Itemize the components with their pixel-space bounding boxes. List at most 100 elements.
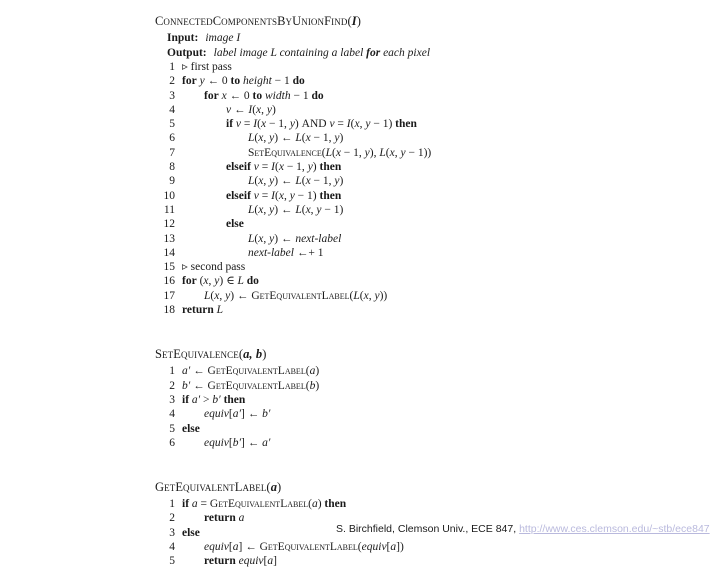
code-text: ▹ first pass xyxy=(182,61,232,73)
paren-close: ) xyxy=(262,347,267,362)
algorithm-block-connected-components: ConnectedComponentsByUnionFind(I) Input:… xyxy=(155,14,625,317)
code-row: 18 return L xyxy=(155,303,625,317)
code-text: return equiv[a] xyxy=(204,555,277,568)
line-number: 16 xyxy=(163,275,176,288)
code-row: 8 elseif v = I(x − 1, y) then xyxy=(155,160,625,174)
algorithm-block-set-equivalence: SetEquivalence(a, b) 1 a′ ← GetEquivalent… xyxy=(155,347,625,450)
line-number: 1 xyxy=(169,498,175,511)
code-text: for (x, y) ∈ L do xyxy=(182,275,259,288)
code-row: 15 ▹ second pass xyxy=(155,260,625,274)
code-text: elseif v = I(x − 1, y) then xyxy=(226,161,342,174)
code-row: 11 L(x, y) ← L(x, y − 1) xyxy=(155,203,625,217)
code-text: elseif v = I(x, y − 1) then xyxy=(226,189,342,202)
output-value: label image L containing a label for eac… xyxy=(213,46,431,59)
line-number: 1 xyxy=(169,61,175,73)
code-text: equiv[a′] ← b′ xyxy=(204,408,271,421)
line-number: 2 xyxy=(169,75,175,88)
line-number: 4 xyxy=(169,541,175,554)
code-row: 6 equiv[b′] ← a′ xyxy=(155,436,625,450)
line-number: 15 xyxy=(163,261,176,274)
code-text: return L xyxy=(182,304,224,317)
output-label: Output: xyxy=(167,46,207,59)
line-number: 3 xyxy=(169,89,175,102)
code-row: 9 L(x, y) ← L(x − 1, y) xyxy=(155,174,625,188)
paren-close: ) xyxy=(356,14,361,28)
footer-course-url-link[interactable]: http://www.ces.clemson.edu/~stb/ece847 xyxy=(519,523,710,535)
code-row: 1 if a = GetEquivalentLabel(a) then xyxy=(155,497,625,511)
code-text: L(x, y) ← GetEquivalentLabel(L(x, y)) xyxy=(204,289,388,302)
block-separator xyxy=(155,464,625,480)
code-row: 10 elseif v = I(x, y − 1) then xyxy=(155,189,625,203)
code-text: L(x, y) ← L(x, y − 1) xyxy=(248,203,344,216)
slide-canvas: ConnectedComponentsByUnionFind(I) Input:… xyxy=(0,0,720,567)
code-text: equiv[b′] ← a′ xyxy=(204,436,271,449)
code-text: equiv[a] ← GetEquivalentLabel(equiv[a]) xyxy=(204,541,404,554)
input-spec-line: Input: image I xyxy=(167,31,625,46)
line-number: 13 xyxy=(163,232,176,245)
block-separator xyxy=(155,331,625,347)
output-spec-line: Output: label image L containing a label … xyxy=(167,46,625,61)
line-number: 1 xyxy=(169,365,175,378)
line-number: 2 xyxy=(169,512,175,525)
code-text: if a′ > b′ then xyxy=(182,393,246,406)
footer-author-course: S. Birchfield, Clemson Univ., ECE 847, xyxy=(336,523,517,535)
code-row: 1 ▹ first pass xyxy=(155,60,625,74)
code-text: ▹ second pass xyxy=(182,261,246,274)
code-row: 7 SetEquivalence(L(x − 1, y), L(x, y − 1)… xyxy=(155,146,625,160)
code-text: L(x, y) ← next-label xyxy=(248,232,342,245)
code-row: 3 for x ← 0 to width − 1 do xyxy=(155,89,625,103)
code-row: 4 v ← I(x, y) xyxy=(155,103,625,117)
line-number: 2 xyxy=(169,379,175,392)
code-row: 4 equiv[a′] ← b′ xyxy=(155,407,625,421)
line-number: 7 xyxy=(169,146,175,159)
code-text: if v = I(x − 1, y) AND v = I(x, y − 1) t… xyxy=(226,118,417,131)
pseudocode-container: ConnectedComponentsByUnionFind(I) Input:… xyxy=(155,14,625,583)
algorithm-name: ConnectedComponentsByUnionFind xyxy=(155,14,348,28)
code-text: L(x, y) ← L(x − 1, y) xyxy=(248,175,344,188)
line-number: 14 xyxy=(163,246,176,259)
input-value: image I xyxy=(205,32,241,44)
line-number: 5 xyxy=(169,422,175,435)
algorithm-name: GetEquivalentLabel xyxy=(155,480,267,495)
algorithm-title-connected-components: ConnectedComponentsByUnionFind(I) xyxy=(155,14,625,29)
line-number: 17 xyxy=(163,289,176,302)
code-text: a′ ← GetEquivalentLabel(a) xyxy=(182,365,320,378)
line-number: 18 xyxy=(163,304,176,317)
code-text: b′ ← GetEquivalentLabel(b) xyxy=(182,379,320,392)
code-text: for x ← 0 to width − 1 do xyxy=(204,89,324,102)
line-number: 9 xyxy=(169,175,175,188)
footer-attribution: S. Birchfield, Clemson Univ., ECE 847, h… xyxy=(336,523,710,536)
code-text: if a = GetEquivalentLabel(a) then xyxy=(182,498,347,511)
code-text: return a xyxy=(204,512,245,525)
code-row: 3 if a′ > b′ then xyxy=(155,393,625,407)
line-number: 8 xyxy=(169,161,175,174)
code-text: else xyxy=(226,218,244,231)
code-text: for y ← 0 to height − 1 do xyxy=(182,75,305,88)
line-number: 10 xyxy=(163,189,176,202)
code-row: 5 if v = I(x − 1, y) AND v = I(x, y − 1) … xyxy=(155,117,625,131)
line-number: 11 xyxy=(163,203,175,216)
code-row: 13 L(x, y) ← next-label xyxy=(155,232,625,246)
code-text: next-label ←+ 1 xyxy=(248,246,324,259)
code-row: 16 for (x, y) ∈ L do xyxy=(155,274,625,288)
code-row: 4 equiv[a] ← GetEquivalentLabel(equiv[a]) xyxy=(155,540,625,554)
code-text: v ← I(x, y) xyxy=(226,103,276,116)
paren-close: ) xyxy=(277,480,282,495)
input-label: Input: xyxy=(167,32,199,44)
code-row: 6 L(x, y) ← L(x − 1, y) xyxy=(155,131,625,145)
line-number: 3 xyxy=(169,393,175,406)
line-number: 6 xyxy=(169,132,175,145)
code-row: 14 next-label ←+ 1 xyxy=(155,246,625,260)
algorithm-name: SetEquivalence xyxy=(155,347,239,362)
code-row: 2 b′ ← GetEquivalentLabel(b) xyxy=(155,379,625,393)
code-text: SetEquivalence(L(x − 1, y), L(x, y − 1)) xyxy=(248,146,432,159)
code-row: 1 a′ ← GetEquivalentLabel(a) xyxy=(155,364,625,378)
line-number: 4 xyxy=(169,408,175,421)
code-row: 5 else xyxy=(155,422,625,436)
algorithm-title-set-equivalence: SetEquivalence(a, b) xyxy=(155,347,625,362)
code-text: else xyxy=(182,422,200,435)
algorithm-argument: a, b xyxy=(243,347,263,362)
line-number: 5 xyxy=(169,118,175,131)
line-number: 6 xyxy=(169,436,175,449)
line-number: 12 xyxy=(163,218,176,231)
